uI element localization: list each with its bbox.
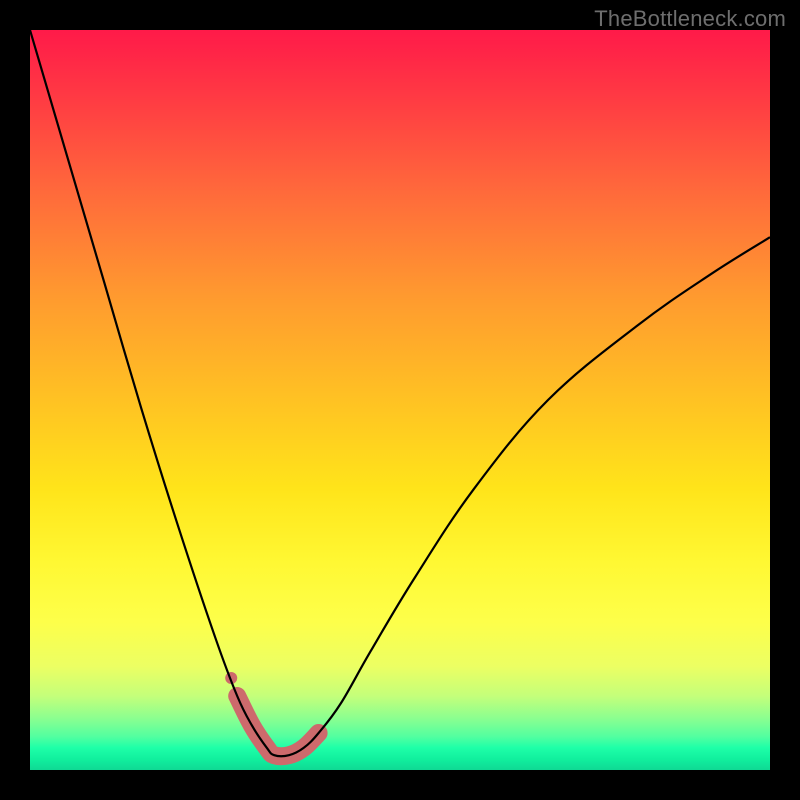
plot-area: [30, 30, 770, 770]
curve-layer: [30, 30, 770, 770]
chart-frame: TheBottleneck.com: [0, 0, 800, 800]
optimal-band: [237, 696, 318, 756]
watermark-text: TheBottleneck.com: [594, 6, 786, 32]
bottleneck-curve: [30, 30, 770, 756]
